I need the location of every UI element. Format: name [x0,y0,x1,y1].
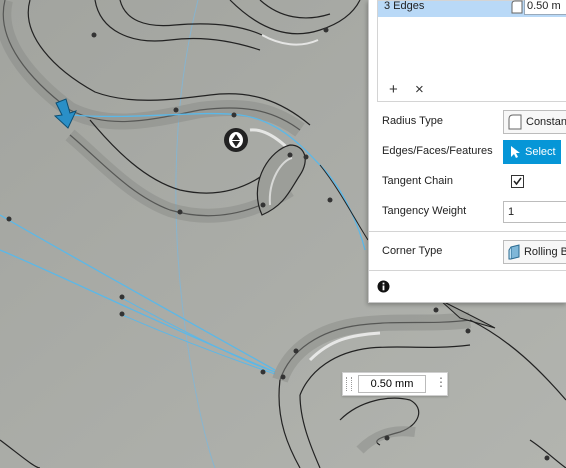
info-icon[interactable] [377,280,390,293]
tangent-chain-row: Tangent Chain [369,167,566,197]
selection-radius-field[interactable]: 0.50 m [524,0,566,15]
select-button-label: Select [525,146,556,158]
checkmark-icon [511,175,524,188]
select-button[interactable]: Select [503,140,561,164]
corner-type-row: Corner Type Rolling B [369,237,566,267]
selection-list[interactable]: 3 Edges 0.50 m + × [377,0,566,102]
remove-button[interactable]: × [415,81,424,98]
tangent-chain-label: Tangent Chain [382,175,453,187]
radius-type-dropdown[interactable]: Constan [503,110,566,134]
fillet-dialog: 3 Edges 0.50 m + × Radius Type Constan E… [368,0,566,303]
radius-type-label: Radius Type [382,115,443,127]
drag-handle-icon[interactable] [224,128,248,152]
tangency-weight-label: Tangency Weight [382,205,467,217]
divider [369,231,566,232]
more-options-icon[interactable]: ⋮ [435,375,447,389]
corner-type-value: Rolling B [523,246,566,258]
grip-handle-icon[interactable] [346,377,352,391]
corner-type-dropdown[interactable]: Rolling B [503,240,566,264]
rolling-ball-icon [508,244,520,260]
selection-row[interactable]: 3 Edges 0.50 m [378,0,566,17]
edges-label: Edges/Faces/Features [382,145,493,157]
divider [369,270,566,271]
radius-type-value: Constan [526,116,566,128]
add-button[interactable]: + [389,81,398,98]
dimension-input[interactable]: 0.50 mm [358,375,426,393]
tangency-weight-row: Tangency Weight 1 [369,197,566,227]
radius-type-icon [508,114,522,130]
tangent-chain-checkbox[interactable] [511,170,524,194]
selection-label: 3 Edges [384,0,425,12]
radius-type-row: Radius Type Constan [369,107,566,137]
tangency-weight-input[interactable]: 1 [503,201,566,223]
radius-type-icon [511,0,523,14]
dimension-input-box: 0.50 mm ⋮ [342,372,448,396]
corner-type-label: Corner Type [382,245,443,257]
edges-row: Edges/Faces/Features Select [369,137,566,167]
cursor-icon [511,146,520,158]
